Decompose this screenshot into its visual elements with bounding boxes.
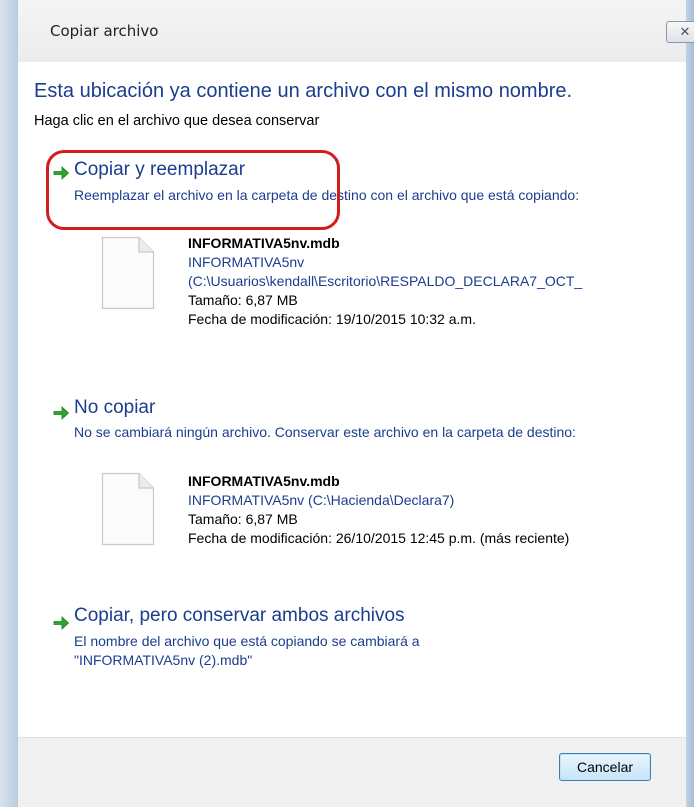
file-name: INFORMATIVA5nv.mdb xyxy=(188,473,340,489)
green-arrow-icon xyxy=(53,406,70,420)
window-frame-left xyxy=(0,0,18,807)
file-name: INFORMATIVA5nv.mdb xyxy=(188,235,340,251)
option-do-not-copy-title[interactable]: No copiar xyxy=(74,397,155,419)
close-icon: ✕ xyxy=(679,24,691,40)
file-modified-date: Fecha de modificación: 26/10/2015 12:45 … xyxy=(188,530,570,546)
file-path-line: INFORMATIVA5nv (C:\Hacienda\Declara7) xyxy=(188,492,455,508)
file-path-line: (C:\Usuarios\kendall\Escritorio\RESPALDO… xyxy=(188,273,583,289)
file-size: Tamaño: 6,87 MB xyxy=(188,292,298,308)
document-icon xyxy=(101,472,155,546)
copy-file-dialog: Copiar archivo ✕ Esta ubicación ya conti… xyxy=(0,0,694,807)
file-modified-date: Fecha de modificación: 19/10/2015 10:32 … xyxy=(188,311,476,327)
option-copy-replace-description: Reemplazar el archivo en la carpeta de d… xyxy=(74,187,580,203)
cancel-button[interactable]: Cancelar xyxy=(559,753,651,781)
title-bar[interactable]: Copiar archivo ✕ xyxy=(18,0,694,62)
file-size: Tamaño: 6,87 MB xyxy=(188,511,298,527)
window-frame-right xyxy=(686,0,694,807)
dialog-instruction: Haga clic en el archivo que desea conser… xyxy=(34,113,320,129)
option-do-not-copy-file-info: INFORMATIVA5nv.mdb INFORMATIVA5nv (C:\Ha… xyxy=(188,472,569,548)
dialog-footer: Cancelar xyxy=(18,737,686,807)
dialog-content: Esta ubicación ya contiene un archivo co… xyxy=(18,62,686,737)
window-title: Copiar archivo xyxy=(50,22,159,40)
option-copy-replace-title[interactable]: Copiar y reemplazar xyxy=(74,159,245,181)
dialog-heading: Esta ubicación ya contiene un archivo co… xyxy=(34,80,573,102)
description-line: "INFORMATIVA5nv (2).mdb" xyxy=(74,652,253,668)
description-line: El nombre del archivo que está copiando … xyxy=(74,633,420,649)
close-button[interactable]: ✕ xyxy=(666,21,694,43)
option-do-not-copy-description: No se cambiará ningún archivo. Conservar… xyxy=(74,424,576,440)
document-icon xyxy=(101,236,155,310)
green-arrow-icon xyxy=(53,166,70,180)
option-keep-both-title[interactable]: Copiar, pero conservar ambos archivos xyxy=(74,605,405,627)
file-path-line: INFORMATIVA5nv xyxy=(188,254,305,270)
green-arrow-icon xyxy=(53,616,70,630)
option-copy-replace-file-info: INFORMATIVA5nv.mdb INFORMATIVA5nv (C:\Us… xyxy=(188,234,582,329)
option-keep-both-description: El nombre del archivo que está copiando … xyxy=(74,632,644,670)
